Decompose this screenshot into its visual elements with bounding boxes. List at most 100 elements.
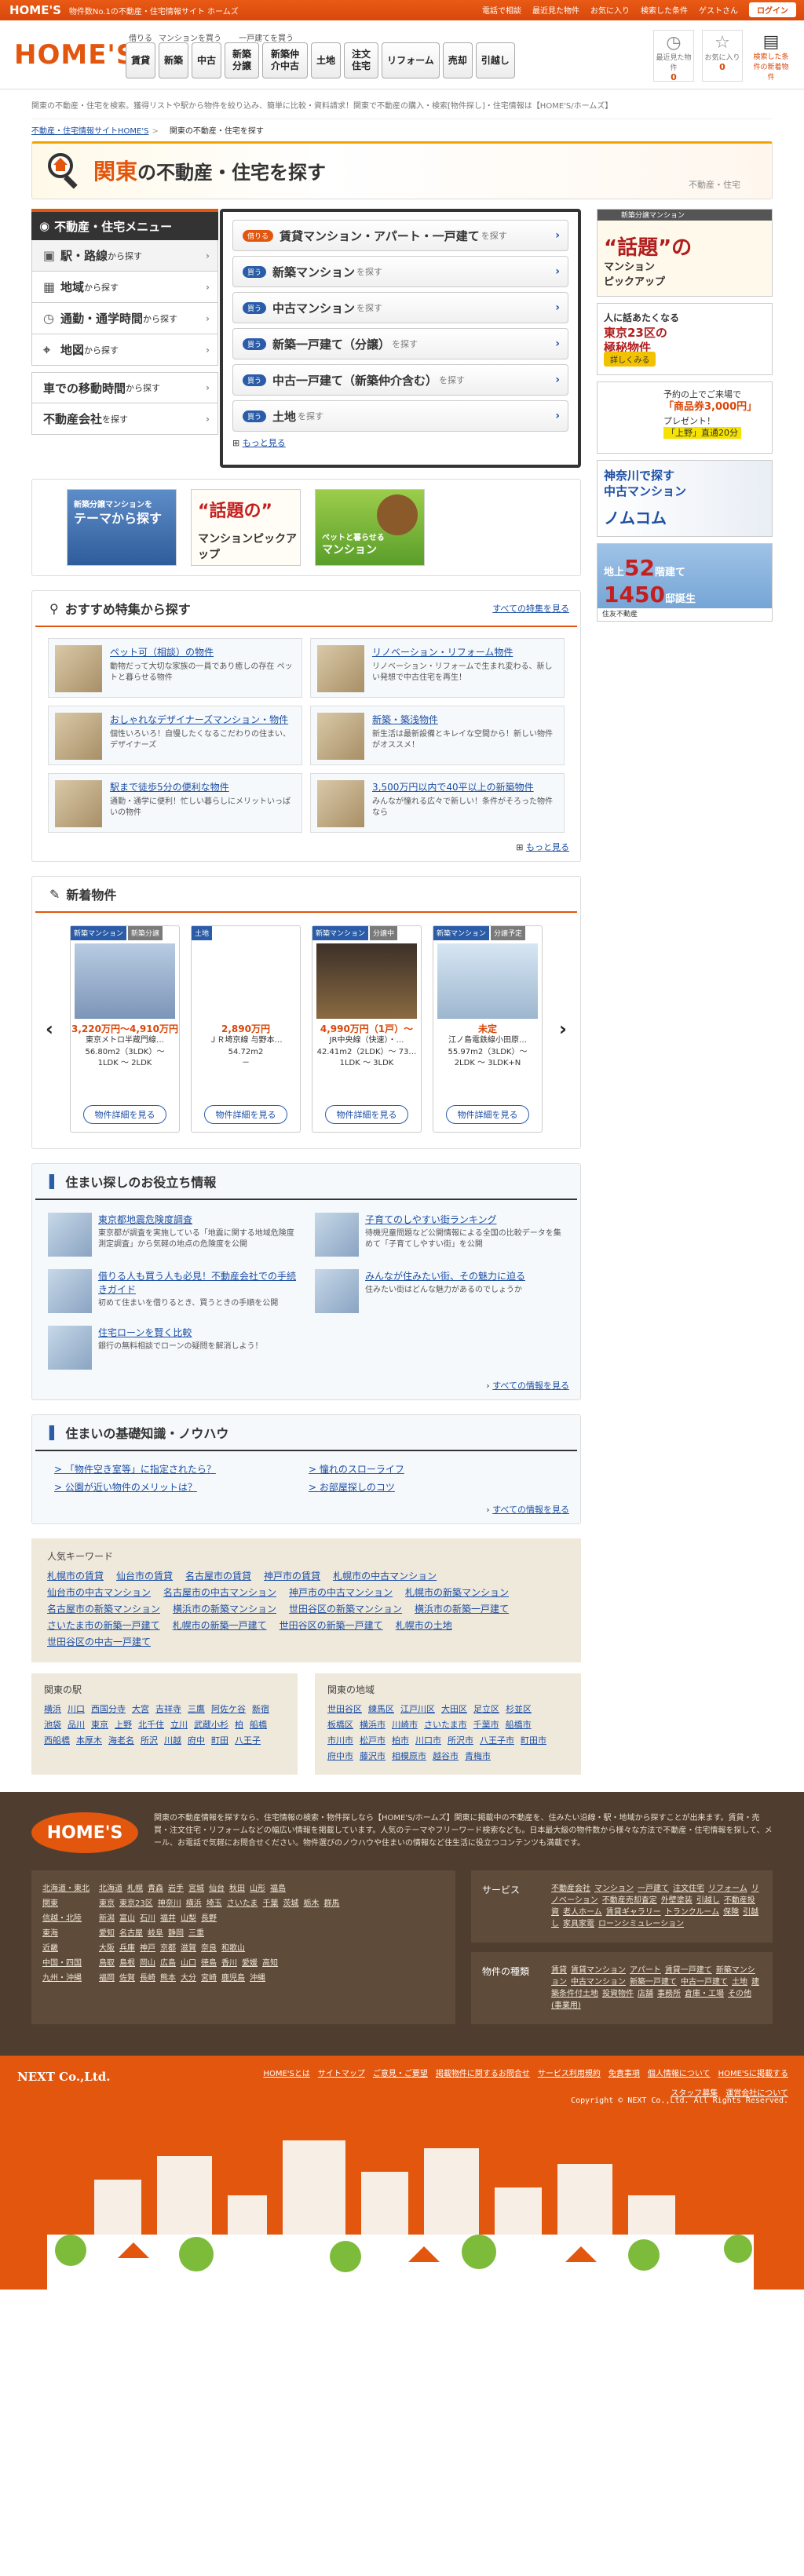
keyword-link[interactable]: 世田谷区の中古一戸建て [47, 1635, 151, 1648]
footer-service-link[interactable]: 外壁塗装 [661, 1896, 693, 1905]
station-link[interactable]: 武蔵小杉 [194, 1718, 228, 1731]
footer-area-link[interactable]: 横浜 [186, 1899, 202, 1908]
info-title[interactable]: 借りる人も買う人も必見！不動産会社での手続きガイド [98, 1269, 298, 1296]
footer-area-link[interactable]: 群馬 [323, 1899, 339, 1908]
footer-area-link[interactable]: さいたま [227, 1899, 258, 1908]
region-link[interactable]: 足立区 [473, 1702, 499, 1715]
footer-area-link[interactable]: 山梨 [181, 1914, 196, 1923]
keyword-link[interactable]: 仙台市の中古マンション [47, 1585, 151, 1599]
carousel-prev-icon[interactable]: ‹ [40, 1018, 59, 1040]
useful-more[interactable]: › すべての情報を見る [32, 1376, 580, 1392]
type-rent[interactable]: 借りる 賃貸マンション・アパート・一戸建て を探す › [232, 220, 568, 251]
keyword-link[interactable]: 名古屋市の中古マンション [163, 1585, 276, 1599]
station-link[interactable]: 府中 [188, 1734, 205, 1746]
feature-card[interactable]: リノベーション・リフォーム物件 リノベーション・リフォームで生まれ変わる、新しい発… [310, 638, 565, 698]
keyword-link[interactable]: 世田谷区の新築一戸建て [280, 1618, 383, 1632]
footer-service-link[interactable]: 不動産売却査定 [602, 1896, 657, 1905]
theme-banner-search[interactable]: 新築分譲マンションを テーマから探す [67, 489, 177, 566]
property-detail-button[interactable]: 物件詳細を見る [83, 1105, 166, 1124]
footer-area-link[interactable]: 栃木 [303, 1899, 319, 1908]
region-link[interactable]: 柏市 [392, 1734, 409, 1746]
footer-area-link[interactable]: 香川 [221, 1959, 237, 1968]
nav-new-mansion-button[interactable]: 新築 [159, 42, 189, 78]
property-detail-button[interactable]: 物件詳細を見る [204, 1105, 287, 1124]
footer-area-link[interactable]: 青森 [148, 1885, 163, 1893]
footer-service-link[interactable]: 土地 [732, 1978, 747, 1987]
footer-area-link[interactable]: 岡山 [140, 1959, 155, 1968]
region-link[interactable]: 世田谷区 [327, 1702, 362, 1715]
nav-used-mansion-button[interactable]: 中古 [192, 42, 222, 78]
station-link[interactable]: 柏 [235, 1718, 243, 1731]
keyword-link[interactable]: 札幌市の賃貸 [47, 1569, 104, 1582]
keyword-link[interactable]: 札幌市の中古マンション [333, 1569, 437, 1582]
region-link[interactable]: 町田市 [521, 1734, 546, 1746]
footer-area-link[interactable]: 山口 [181, 1959, 196, 1968]
nav-used-house-button[interactable]: 新築仲介中古 [262, 42, 309, 78]
region-link[interactable]: 杉並区 [506, 1702, 532, 1715]
region-link[interactable]: 藤沢市 [360, 1750, 386, 1762]
region-link[interactable]: 府中市 [327, 1750, 353, 1762]
footer-area-region[interactable]: 北海道・東北 [42, 1883, 99, 1895]
footer-area-link[interactable]: 三重 [188, 1929, 204, 1938]
login-button[interactable]: ログイン [749, 2, 796, 17]
footer-service-link[interactable]: 新築一戸建て [630, 1978, 677, 1987]
keyword-link[interactable]: 神戸市の中古マンション [289, 1585, 393, 1599]
region-link[interactable]: 松戸市 [360, 1734, 386, 1746]
property-detail-button[interactable]: 物件詳細を見る [325, 1105, 408, 1124]
station-link[interactable]: 品川 [68, 1718, 85, 1731]
info-item[interactable]: 子育てのしやすい街ランキング 待機児童問題など公開情報による全国の比較データを集め… [315, 1213, 565, 1258]
keyword-link[interactable]: 神戸市の賃貸 [264, 1569, 320, 1582]
region-link[interactable]: 横浜市 [360, 1718, 386, 1731]
footer-service-link[interactable]: マンション [594, 1885, 634, 1893]
footer-area-link[interactable]: 和歌山 [221, 1944, 245, 1953]
knowhow-link[interactable]: お部屋探しのコツ [309, 1480, 558, 1494]
region-link[interactable]: 相模原市 [392, 1750, 426, 1762]
keyword-link[interactable]: 札幌市の土地 [396, 1618, 452, 1632]
footer-area-link[interactable]: 新潟 [99, 1914, 115, 1923]
station-link[interactable]: 西国分寺 [91, 1702, 126, 1715]
station-link[interactable]: 西船橋 [44, 1734, 70, 1746]
theme-banner-pickup[interactable]: “話題の” マンションピックアップ [191, 489, 301, 566]
bottom-link[interactable]: 個人情報について [648, 2067, 711, 2078]
ad-banner-sankei[interactable]: 予約の上でご来場で 「商品券3,000円」 プレゼント！ 「上野」直通20分 [597, 381, 773, 454]
footer-area-link[interactable]: 兵庫 [119, 1944, 135, 1953]
footer-area-link[interactable]: 茨城 [283, 1899, 298, 1908]
station-link[interactable]: 川越 [164, 1734, 181, 1746]
station-link[interactable]: 阿佐ケ谷 [211, 1702, 246, 1715]
region-link[interactable]: 船橋市 [506, 1718, 532, 1731]
feature-title[interactable]: 3,500万円以内で40平以上の新築物件 [372, 780, 557, 794]
keyword-link[interactable]: 名古屋市の新築マンション [47, 1602, 160, 1615]
feature-card[interactable]: おしゃれなデザイナーズマンション・物件 個性いろいろ！自慢したくなるこだわりの住ま… [48, 706, 302, 765]
footer-area-region[interactable]: 東海 [42, 1928, 99, 1939]
menu-item-commute[interactable]: ◷ 通勤・通学時間 から探す › [31, 303, 218, 334]
footer-area-link[interactable]: 長野 [201, 1914, 217, 1923]
footer-service-link[interactable]: 賃貸一戸建て [665, 1966, 712, 1975]
footer-area-link[interactable]: 富山 [119, 1914, 135, 1923]
footer-area-link[interactable]: 広島 [160, 1959, 176, 1968]
station-link[interactable]: 町田 [211, 1734, 228, 1746]
ad-banner-nomu[interactable]: 神奈川で探す 中古マンション ノムコム [597, 460, 773, 537]
footer-service-link[interactable]: 賃貸マンション [571, 1966, 626, 1975]
footer-area-link[interactable]: 神奈川 [158, 1899, 181, 1908]
region-link[interactable]: 青梅市 [465, 1750, 491, 1762]
phone-consult-link[interactable]: 電話で相談 [482, 4, 521, 16]
nav-new-house-button[interactable]: 新築分譲 [225, 42, 260, 78]
footer-area-link[interactable]: 鳥取 [99, 1959, 115, 1968]
footer-service-link[interactable]: 店舗 [638, 1990, 653, 1998]
footer-area-link[interactable]: 石川 [140, 1914, 155, 1923]
knowhow-more[interactable]: › すべての情報を見る [32, 1500, 580, 1516]
footer-service-link[interactable]: 事務所 [657, 1990, 681, 1998]
footer-service-link[interactable]: アパート [630, 1966, 661, 1975]
nav-rent-button[interactable]: 賃貸 [126, 42, 156, 78]
more-link[interactable]: ⊞ もっと見る [232, 436, 568, 449]
keyword-link[interactable]: 名古屋市の賃貸 [185, 1569, 251, 1582]
station-link[interactable]: 所沢 [141, 1734, 158, 1746]
region-link[interactable]: 大田区 [441, 1702, 467, 1715]
footer-service-link[interactable]: トランクルーム [665, 1908, 719, 1917]
footer-area-link[interactable]: 福井 [160, 1914, 176, 1923]
footer-area-region[interactable]: 近畿 [42, 1943, 99, 1954]
favorites-link[interactable]: お気に入り [590, 4, 630, 16]
station-link[interactable]: 北千住 [138, 1718, 164, 1731]
footer-area-link[interactable]: 山形 [250, 1885, 265, 1893]
recent-viewed-button[interactable]: ◷ 最近見た物件 0 [653, 30, 694, 82]
